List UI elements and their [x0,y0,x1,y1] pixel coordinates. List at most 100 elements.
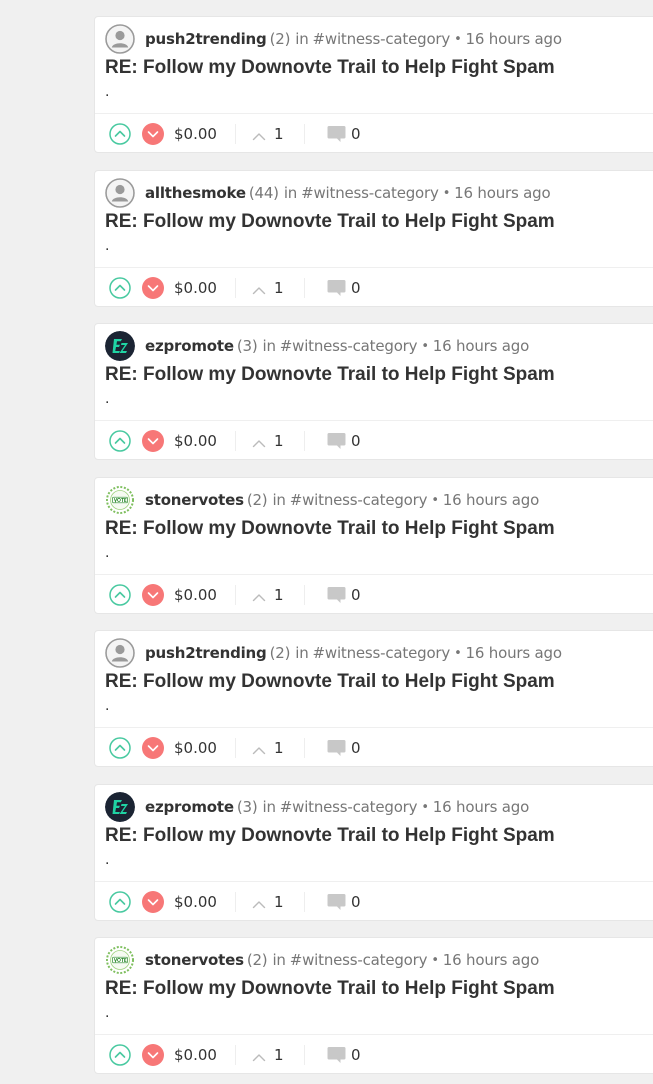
votes-count[interactable]: 1 [274,277,284,299]
upvote-icon[interactable] [109,430,131,452]
author-name[interactable]: ezpromote [145,798,234,816]
replies-count[interactable]: 0 [351,737,361,759]
category-link[interactable]: #witness-category [313,30,451,48]
comment-bubble-icon[interactable] [327,125,346,143]
post-title[interactable]: RE: Follow my Downovte Trail to Help Fig… [105,825,555,847]
downvote-icon[interactable] [142,1044,164,1066]
chevron-up-icon [252,1049,266,1062]
payout-amount[interactable]: $0.00 [174,737,217,759]
post-title[interactable]: RE: Follow my Downovte Trail to Help Fig… [105,364,555,386]
payout-amount[interactable]: $0.00 [174,1044,217,1066]
downvote-icon[interactable] [142,123,164,145]
post-title[interactable]: RE: Follow my Downovte Trail to Help Fig… [105,671,555,693]
comment-bubble-icon[interactable] [327,432,346,450]
author-name[interactable]: stonervotes [145,491,244,509]
downvote-icon[interactable] [142,277,164,299]
category-link[interactable]: #witness-category [290,491,428,509]
default-avatar[interactable] [105,638,135,668]
author-name[interactable]: stonervotes [145,951,244,969]
payout-amount[interactable]: $0.00 [174,584,217,606]
author-name[interactable]: push2trending [145,30,267,48]
ez-logo-avatar[interactable] [105,792,135,822]
post-timestamp[interactable]: 16 hours ago [433,798,529,816]
upvote-icon[interactable] [109,1044,131,1066]
post-title[interactable]: RE: Follow my Downovte Trail to Help Fig… [105,978,555,1000]
post-timestamp[interactable]: 16 hours ago [433,337,529,355]
vote-badge-avatar[interactable] [105,945,135,975]
payout-amount[interactable]: $0.00 [174,277,217,299]
replies-count[interactable]: 0 [351,430,361,452]
comment-bubble-icon[interactable] [327,586,346,604]
meta-separator: • [454,31,462,47]
category-link[interactable]: #witness-category [313,644,451,662]
post-body: . [105,390,110,407]
footer-divider [235,892,236,912]
upvote-icon[interactable] [109,891,131,913]
post-footer: $0.00 1 0 [95,1034,653,1075]
post-title[interactable]: RE: Follow my Downovte Trail to Help Fig… [105,518,555,540]
author-name[interactable]: allthesmoke [145,184,246,202]
replies-count[interactable]: 0 [351,1044,361,1066]
comment-bubble-icon[interactable] [327,1046,346,1064]
replies-count[interactable]: 0 [351,891,361,913]
post-footer: $0.00 1 0 [95,881,653,922]
upvote-icon[interactable] [109,584,131,606]
replies-count[interactable]: 0 [351,584,361,606]
downvote-icon[interactable] [142,430,164,452]
upvote-icon[interactable] [109,277,131,299]
ez-logo-avatar[interactable] [105,331,135,361]
meta-separator: • [421,799,429,815]
votes-count[interactable]: 1 [274,1044,284,1066]
post-timestamp[interactable]: 16 hours ago [454,184,550,202]
replies-count[interactable]: 0 [351,277,361,299]
post-footer: $0.00 1 0 [95,113,653,154]
author-reputation: (2) [269,30,291,48]
footer-divider [304,278,305,298]
author-name[interactable]: push2trending [145,644,267,662]
post-timestamp[interactable]: 16 hours ago [443,951,539,969]
author-reputation: (3) [236,798,258,816]
comment-card: stonervotes (2) in #witness-category • 1… [94,477,653,614]
votes-count[interactable]: 1 [274,737,284,759]
post-meta: push2trending (2) in #witness-category •… [105,23,562,55]
comment-bubble-icon[interactable] [327,893,346,911]
upvote-icon[interactable] [109,123,131,145]
post-title[interactable]: RE: Follow my Downovte Trail to Help Fig… [105,211,555,233]
payout-amount[interactable]: $0.00 [174,891,217,913]
default-avatar[interactable] [105,24,135,54]
post-timestamp[interactable]: 16 hours ago [443,491,539,509]
post-timestamp[interactable]: 16 hours ago [466,30,562,48]
category-link[interactable]: #witness-category [280,337,418,355]
footer-divider [304,892,305,912]
post-body: . [105,237,110,254]
replies-count[interactable]: 0 [351,123,361,145]
downvote-icon[interactable] [142,891,164,913]
category-link[interactable]: #witness-category [280,798,418,816]
post-footer: $0.00 1 0 [95,727,653,768]
votes-count[interactable]: 1 [274,584,284,606]
category-link[interactable]: #witness-category [290,951,428,969]
upvote-icon[interactable] [109,737,131,759]
downvote-icon[interactable] [142,737,164,759]
footer-divider [235,278,236,298]
default-avatar[interactable] [105,178,135,208]
votes-count[interactable]: 1 [274,430,284,452]
post-title[interactable]: RE: Follow my Downovte Trail to Help Fig… [105,57,555,79]
payout-amount[interactable]: $0.00 [174,123,217,145]
comment-bubble-icon[interactable] [327,279,346,297]
footer-divider [304,1045,305,1065]
post-timestamp[interactable]: 16 hours ago [466,644,562,662]
in-label: in [272,951,286,969]
footer-divider [304,431,305,451]
meta-separator: • [442,185,451,201]
payout-amount[interactable]: $0.00 [174,430,217,452]
comment-card: stonervotes (2) in #witness-category • 1… [94,937,653,1074]
footer-divider [235,431,236,451]
downvote-icon[interactable] [142,584,164,606]
vote-badge-avatar[interactable] [105,485,135,515]
votes-count[interactable]: 1 [274,123,284,145]
votes-count[interactable]: 1 [274,891,284,913]
comment-bubble-icon[interactable] [327,739,346,757]
author-name[interactable]: ezpromote [145,337,234,355]
category-link[interactable]: #witness-category [301,184,439,202]
